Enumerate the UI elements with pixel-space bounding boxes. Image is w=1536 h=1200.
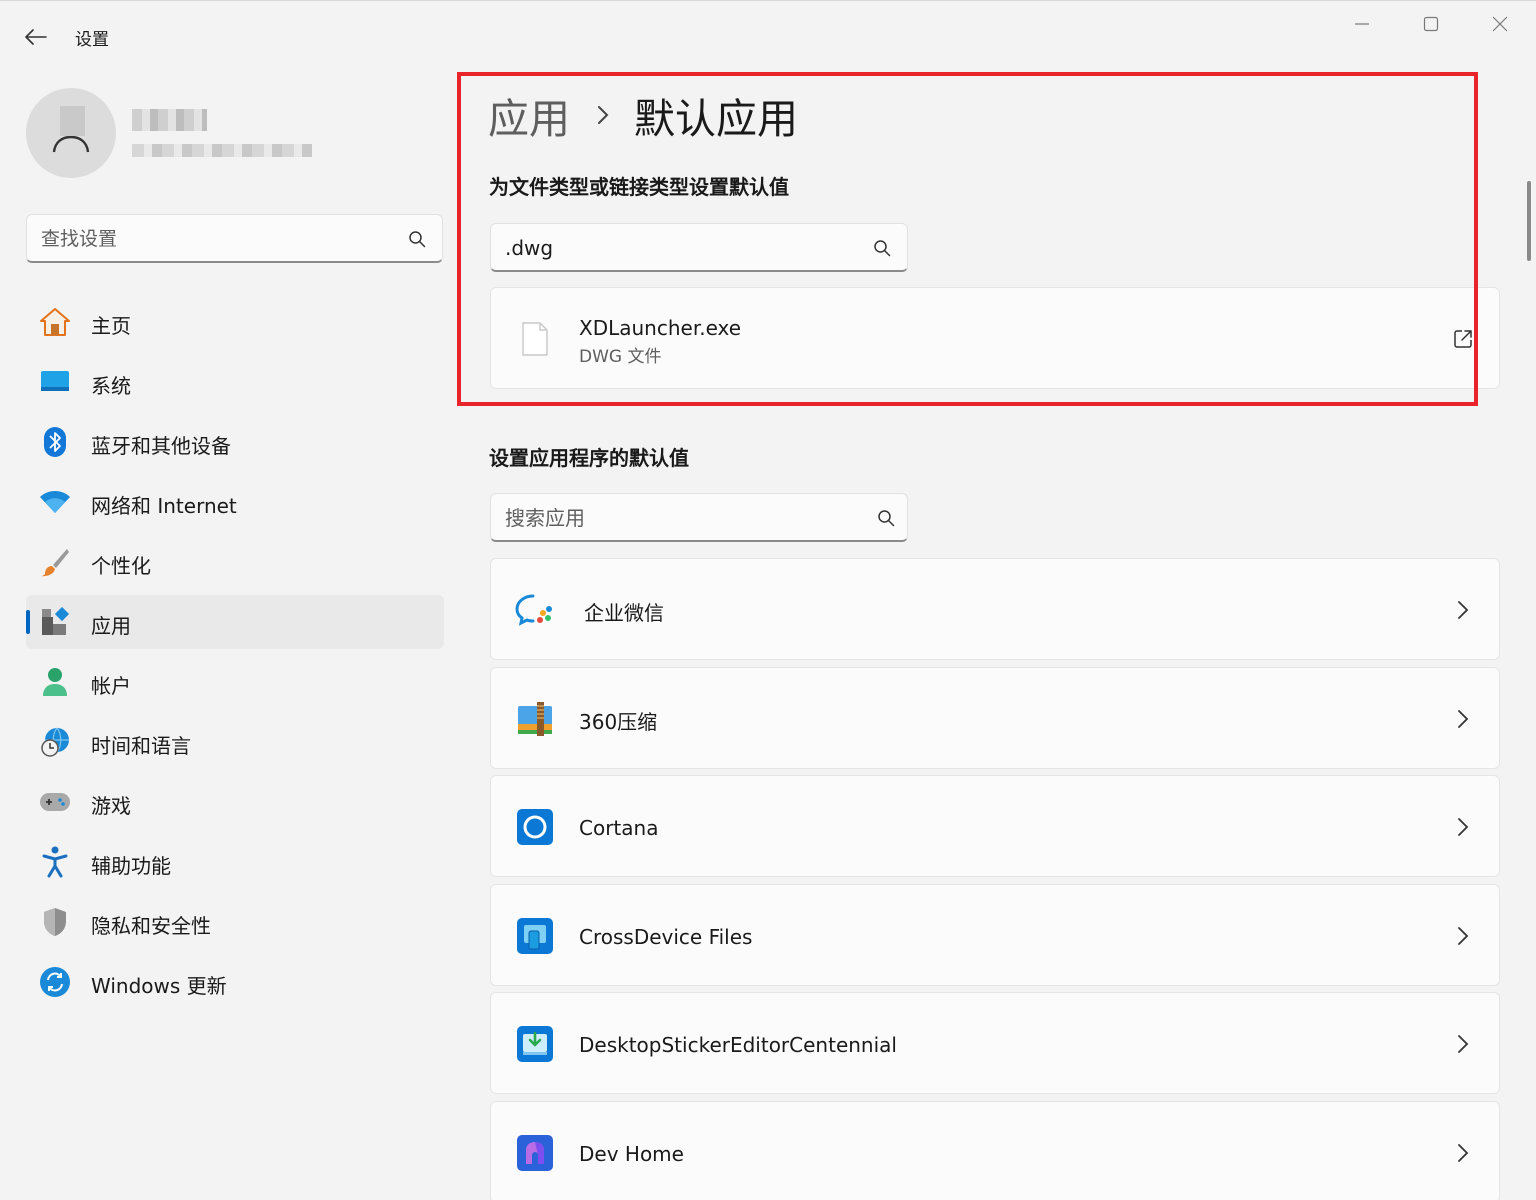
avatar-blurred-patch — [60, 106, 85, 136]
app-card-desktop-sticker-editor[interactable]: DesktopStickerEditorCentennial — [490, 992, 1500, 1094]
sidebar-item-home[interactable]: 主页 — [26, 295, 444, 349]
apps-section-title: 设置应用程序的默认值 — [489, 446, 689, 470]
app-name: CrossDevice Files — [579, 925, 753, 949]
main-scrollbar[interactable] — [1527, 181, 1531, 261]
file-icon — [515, 319, 555, 359]
update-icon — [38, 966, 72, 998]
gamepad-icon — [38, 786, 72, 818]
chevron-right-icon — [1451, 707, 1475, 731]
app-title: 设置 — [75, 30, 109, 50]
chevron-right-icon — [1451, 1032, 1475, 1056]
app-card-wecom[interactable]: 企业微信 — [490, 558, 1500, 660]
search-icon[interactable] — [871, 237, 893, 259]
arrow-left-icon — [25, 29, 47, 45]
crossdevice-icon — [515, 916, 555, 956]
sidebar-item-gaming[interactable]: 游戏 — [26, 775, 444, 829]
user-name-pixelated — [132, 109, 207, 131]
app-card-360zip[interactable]: 360压缩 — [490, 667, 1500, 769]
sidebar-item-privacy[interactable]: 隐私和安全性 — [26, 895, 444, 949]
maximize-icon — [1423, 16, 1439, 32]
breadcrumb-apps-link[interactable]: 应用 — [488, 85, 570, 145]
filetype-search-box[interactable] — [490, 223, 908, 272]
app-name: Cortana — [579, 816, 659, 840]
sidebar-item-apps[interactable]: 应用 — [26, 595, 444, 649]
chevron-right-icon — [596, 104, 610, 126]
sidebar-item-personalization[interactable]: 个性化 — [26, 535, 444, 589]
open-external-icon[interactable] — [1451, 327, 1475, 351]
close-icon — [1492, 16, 1508, 32]
devhome-icon — [515, 1133, 555, 1173]
sidebar-item-system[interactable]: 系统 — [26, 355, 444, 409]
app-card-cortana[interactable]: Cortana — [490, 775, 1500, 877]
archive-icon — [515, 699, 555, 739]
chevron-right-icon — [1451, 1141, 1475, 1165]
maximize-button[interactable] — [1397, 1, 1465, 47]
back-button[interactable] — [18, 21, 54, 53]
settings-search-box[interactable] — [26, 214, 443, 263]
home-icon — [38, 306, 72, 338]
sidebar-item-time-language[interactable]: 时间和语言 — [26, 715, 444, 769]
app-name: Dev Home — [579, 1142, 684, 1166]
app-search-box[interactable] — [490, 493, 908, 542]
close-button[interactable] — [1466, 1, 1534, 47]
globe-clock-icon — [38, 726, 72, 758]
minimize-button[interactable] — [1328, 1, 1396, 47]
filetype-search-input[interactable] — [505, 233, 855, 263]
chevron-right-icon — [1451, 815, 1475, 839]
search-icon[interactable] — [406, 228, 428, 250]
cortana-icon — [515, 807, 555, 847]
app-card-dev-home[interactable]: Dev Home — [490, 1101, 1500, 1200]
apps-icon — [38, 606, 72, 638]
filetype-default-app: XDLauncher.exe — [579, 316, 742, 340]
app-name: 360压缩 — [579, 710, 658, 734]
user-email-pixelated — [132, 144, 312, 157]
shield-icon — [38, 906, 72, 938]
sidebar-item-network[interactable]: 网络和 Internet — [26, 475, 444, 529]
system-icon — [38, 366, 72, 398]
sidebar-item-accounts[interactable]: 帐户 — [26, 655, 444, 709]
sidebar-item-windows-update[interactable]: Windows 更新 — [26, 955, 444, 1009]
filetype-section-title: 为文件类型或链接类型设置默认值 — [489, 175, 789, 199]
app-name: 企业微信 — [584, 601, 664, 625]
bluetooth-icon — [38, 426, 72, 458]
wifi-icon — [38, 486, 72, 518]
accessibility-icon — [38, 846, 72, 878]
app-card-crossdevice[interactable]: CrossDevice Files — [490, 884, 1500, 986]
title-bar: 设置 — [0, 1, 1536, 73]
filetype-result-card[interactable]: XDLauncher.exe DWG 文件 — [490, 287, 1500, 389]
sidebar-item-bluetooth[interactable]: 蓝牙和其他设备 — [26, 415, 444, 469]
breadcrumb: 应用 默认应用 — [488, 87, 798, 143]
settings-window: 设置 主页 系统 — [0, 0, 1536, 1200]
sticker-editor-icon — [515, 1024, 555, 1064]
brush-icon — [38, 546, 72, 578]
minimize-icon — [1355, 23, 1369, 25]
sidebar-nav: 主页 系统 蓝牙和其他设备 网络和 Internet 个性化 应用 帐户 时间和… — [26, 295, 444, 1015]
search-icon[interactable] — [875, 507, 897, 529]
app-name: DesktopStickerEditorCentennial — [579, 1033, 897, 1057]
chevron-right-icon — [1451, 924, 1475, 948]
settings-search-input[interactable] — [41, 224, 401, 254]
app-search-input[interactable] — [505, 503, 855, 533]
wecom-icon — [515, 590, 555, 630]
page-title: 默认应用 — [634, 95, 798, 143]
chevron-right-icon — [1451, 598, 1475, 622]
account-icon — [38, 666, 72, 698]
filetype-description: DWG 文件 — [579, 347, 662, 367]
sidebar-item-accessibility[interactable]: 辅助功能 — [26, 835, 444, 889]
